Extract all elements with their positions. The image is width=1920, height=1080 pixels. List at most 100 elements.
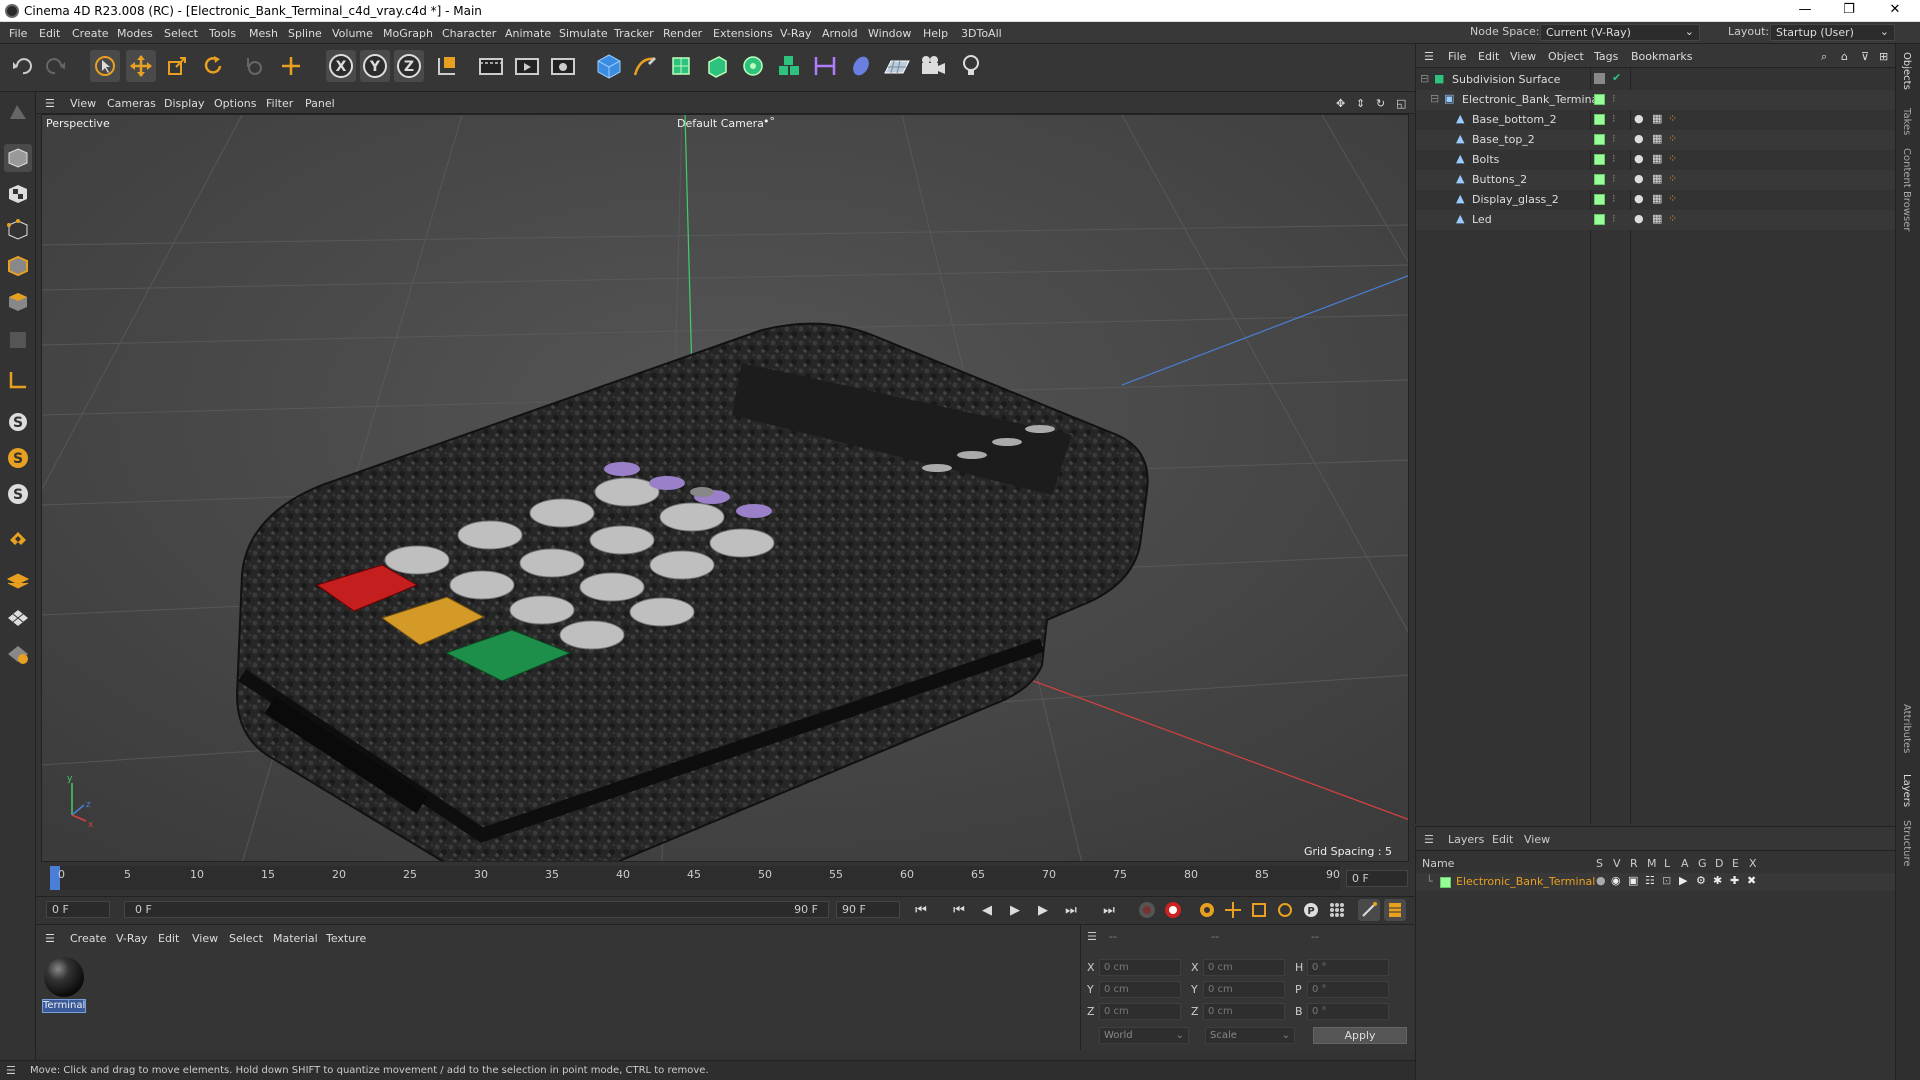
menu-vray[interactable]: V-Ray	[780, 27, 812, 40]
mat-menu-vray[interactable]: V-Ray	[116, 932, 148, 945]
mat-menu-texture[interactable]: Texture	[326, 932, 366, 945]
mat-menu-create[interactable]: Create	[70, 932, 107, 945]
layer-color-swatch[interactable]	[1594, 214, 1605, 225]
vray-tag-icon[interactable]: ⁘	[1668, 192, 1677, 205]
obj-menu-file[interactable]: File	[1448, 50, 1466, 63]
layer-color-swatch[interactable]	[1594, 194, 1605, 205]
layer-color-swatch[interactable]	[1440, 877, 1451, 888]
workplane-icon[interactable]	[4, 366, 32, 394]
solo-icon[interactable]: ●	[1596, 874, 1606, 887]
pan-view-icon[interactable]: ✥	[1336, 97, 1345, 110]
keyframe-icon[interactable]	[1196, 899, 1218, 921]
object-row[interactable]: ▲ Display_glass_2 ⁝ ● ▦ ⁘	[1416, 190, 1896, 210]
play-icon[interactable]: ▶	[1004, 899, 1026, 921]
rotation-p-field[interactable]: 0 °	[1307, 981, 1389, 998]
dots-icon[interactable]: ⁝	[1612, 172, 1616, 185]
menu-3dtoall[interactable]: 3DToAll	[961, 27, 1002, 40]
dolly-view-icon[interactable]: ⇕	[1356, 97, 1365, 110]
tab-layers[interactable]: Layers	[1901, 774, 1912, 807]
dots-icon[interactable]: ⁝	[1612, 212, 1616, 225]
next-frame-icon[interactable]: ▶	[1032, 899, 1054, 921]
menu-animate[interactable]: Animate	[505, 27, 551, 40]
object-row[interactable]: ▲ Base_bottom_2 ⁝ ● ▦ ⁘	[1416, 110, 1896, 130]
vray-tag-icon[interactable]: ⁘	[1668, 152, 1677, 165]
menu-modes[interactable]: Modes	[117, 27, 153, 40]
hamburger-icon[interactable]: ☰	[1087, 930, 1097, 943]
scale-tool-icon[interactable]	[162, 50, 192, 82]
end-frame-field[interactable]: 90 F	[836, 901, 900, 918]
object-row[interactable]: ⊟ ■ Subdivision Surface ✔	[1416, 70, 1896, 90]
spline-pen-icon[interactable]	[630, 50, 660, 82]
texture-tag-icon[interactable]: ▦	[1652, 132, 1662, 145]
menu-create[interactable]: Create	[72, 27, 109, 40]
y-axis-lock-icon[interactable]: Y	[360, 50, 390, 82]
material-tag-icon[interactable]: ●	[1634, 132, 1644, 145]
timeline-layout-icon[interactable]	[1384, 899, 1406, 921]
menu-tracker[interactable]: Tracker	[614, 27, 654, 40]
vp-menu-view[interactable]: View	[70, 97, 96, 110]
rotate-tool-icon[interactable]	[198, 50, 228, 82]
dots-icon[interactable]: ⁝	[1612, 112, 1616, 125]
new-window-icon[interactable]: ⊞	[1879, 50, 1888, 63]
texture-tag-icon[interactable]: ▦	[1652, 172, 1662, 185]
next-key-icon[interactable]: ⏭	[1060, 899, 1082, 921]
rotation-h-field[interactable]: 0 °	[1307, 959, 1389, 976]
model-mode-icon[interactable]	[4, 144, 32, 172]
apply-button[interactable]: Apply	[1313, 1027, 1407, 1044]
light-icon[interactable]	[956, 50, 986, 82]
menu-file[interactable]: File	[9, 27, 27, 40]
move-tool-icon[interactable]	[126, 50, 156, 82]
manager-icon[interactable]: ☷	[1645, 874, 1655, 887]
object-row[interactable]: ▲ Base_top_2 ⁝ ● ▦ ⁘	[1416, 130, 1896, 150]
menu-render[interactable]: Render	[663, 27, 702, 40]
menu-character[interactable]: Character	[442, 27, 496, 40]
vp-menu-display[interactable]: Display	[164, 97, 205, 110]
object-row[interactable]: ▲ Buttons_2 ⁝ ● ▦ ⁘	[1416, 170, 1896, 190]
node-space-dropdown[interactable]: Current (V-Ray) ⌄	[1540, 24, 1700, 41]
camera-icon[interactable]	[918, 50, 948, 82]
start-frame-field[interactable]: 0 F	[46, 901, 110, 918]
menu-tools[interactable]: Tools	[209, 27, 236, 40]
vp-menu-cameras[interactable]: Cameras	[107, 97, 156, 110]
close-button[interactable]: ✕	[1880, 2, 1910, 20]
select-tool-icon[interactable]	[90, 50, 120, 82]
cube-primitive-icon[interactable]	[594, 50, 624, 82]
animation-icon[interactable]: ▶	[1679, 874, 1687, 887]
key-scale-icon[interactable]	[1248, 899, 1270, 921]
tab-attributes[interactable]: Attributes	[1901, 704, 1912, 753]
hamburger-icon[interactable]: ☰	[1424, 50, 1434, 63]
tab-takes[interactable]: Takes	[1901, 108, 1912, 135]
transform-tool-icon[interactable]	[276, 50, 306, 82]
vray-tag-icon[interactable]: ⁘	[1668, 132, 1677, 145]
rotate-view-icon[interactable]: ↻	[1376, 97, 1385, 110]
material-tag-icon[interactable]: ●	[1634, 152, 1644, 165]
edges-mode-icon[interactable]	[4, 252, 32, 280]
vray-tag-icon[interactable]: ⁘	[1668, 172, 1677, 185]
render-view-icon[interactable]	[476, 50, 506, 82]
menu-spline[interactable]: Spline	[288, 27, 322, 40]
record-icon[interactable]	[1162, 899, 1184, 921]
x-axis-lock-icon[interactable]: X	[326, 50, 356, 82]
mat-menu-material[interactable]: Material	[273, 932, 318, 945]
mat-menu-select[interactable]: Select	[229, 932, 263, 945]
layer-color-swatch[interactable]	[1594, 94, 1605, 105]
undo-icon[interactable]	[8, 50, 38, 82]
tab-content-browser[interactable]: Content Browser	[1901, 148, 1912, 231]
hamburger-icon[interactable]: ☰	[6, 1064, 16, 1077]
menu-extensions[interactable]: Extensions	[713, 27, 773, 40]
field-icon[interactable]	[846, 50, 876, 82]
previous-key-icon[interactable]: ⏮	[948, 899, 970, 921]
object-row[interactable]: ▲ Bolts ⁝ ● ▦ ⁘	[1416, 150, 1896, 170]
layout-dropdown[interactable]: Startup (User) ⌄	[1770, 24, 1895, 41]
previous-frame-icon[interactable]: ◀	[976, 899, 998, 921]
material-swatch-terminal[interactable]: Terminal	[42, 955, 86, 1013]
layer-color-swatch[interactable]	[1594, 154, 1605, 165]
maximize-view-icon[interactable]: ◱	[1396, 97, 1406, 110]
menu-window[interactable]: Window	[868, 27, 911, 40]
tab-structure[interactable]: Structure	[1901, 820, 1912, 867]
texture-tag-icon[interactable]: ▦	[1652, 152, 1662, 165]
rotation-b-field[interactable]: 0 °	[1307, 1003, 1389, 1020]
position-z-field[interactable]: 0 cm	[1099, 1003, 1181, 1020]
texture-tag-icon[interactable]: ▦	[1652, 192, 1662, 205]
texture-mode-icon[interactable]	[4, 180, 32, 208]
